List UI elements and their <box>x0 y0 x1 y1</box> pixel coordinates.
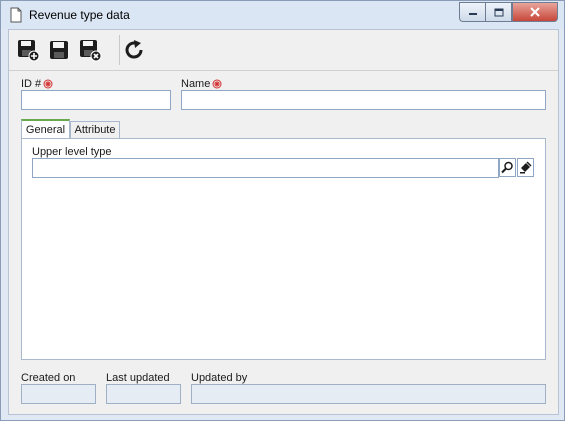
upper-level-input[interactable] <box>32 158 499 178</box>
refresh-icon <box>125 40 143 59</box>
created-on-label: Created on <box>21 372 76 384</box>
close-icon <box>530 7 540 17</box>
save-icon <box>50 41 68 59</box>
eraser-icon <box>520 161 532 174</box>
window-title: Revenue type data <box>29 8 130 22</box>
id-label: ID # <box>21 78 53 90</box>
search-button[interactable] <box>499 158 516 177</box>
save-new-button[interactable] <box>15 37 41 63</box>
name-label: Name <box>181 78 222 90</box>
document-icon <box>10 7 22 23</box>
maximize-icon <box>494 8 503 16</box>
last-updated-label: Last updated <box>106 372 170 384</box>
tab-general[interactable]: General <box>21 119 70 138</box>
minimize-button[interactable] <box>459 2 485 22</box>
updated-by-field <box>191 384 546 404</box>
updated-by-label: Updated by <box>191 372 248 384</box>
revenue-type-window: Revenue type data ID # Name General Attr… <box>0 0 565 421</box>
id-label-text: ID # <box>21 78 42 90</box>
save-close-icon <box>80 40 102 62</box>
close-button[interactable] <box>512 2 558 22</box>
form-client-area: ID # Name General Attribute Upper level … <box>8 29 559 415</box>
toolbar <box>9 30 558 71</box>
maximize-button[interactable] <box>485 2 512 22</box>
clear-button[interactable] <box>517 158 534 177</box>
required-icon <box>212 79 222 89</box>
created-on-field <box>21 384 96 404</box>
name-input[interactable] <box>181 90 546 110</box>
tab-attribute-label: Attribute <box>74 124 116 136</box>
name-label-text: Name <box>181 78 211 90</box>
window-controls <box>459 2 558 22</box>
upper-level-label: Upper level type <box>32 146 112 158</box>
last-updated-field <box>106 384 181 404</box>
refresh-button[interactable] <box>121 37 147 63</box>
minimize-icon <box>468 13 477 15</box>
general-tab-panel: Upper level type <box>21 138 546 360</box>
save-plus-icon <box>18 40 40 62</box>
tab-general-label: General <box>25 123 66 136</box>
search-icon <box>501 161 513 174</box>
toolbar-separator <box>119 35 120 65</box>
title-bar[interactable]: Revenue type data <box>1 1 564 29</box>
id-input[interactable] <box>21 90 171 110</box>
required-icon <box>43 79 53 89</box>
tab-attribute[interactable]: Attribute <box>70 121 120 138</box>
save-button[interactable] <box>46 37 72 63</box>
save-close-button[interactable] <box>77 37 103 63</box>
